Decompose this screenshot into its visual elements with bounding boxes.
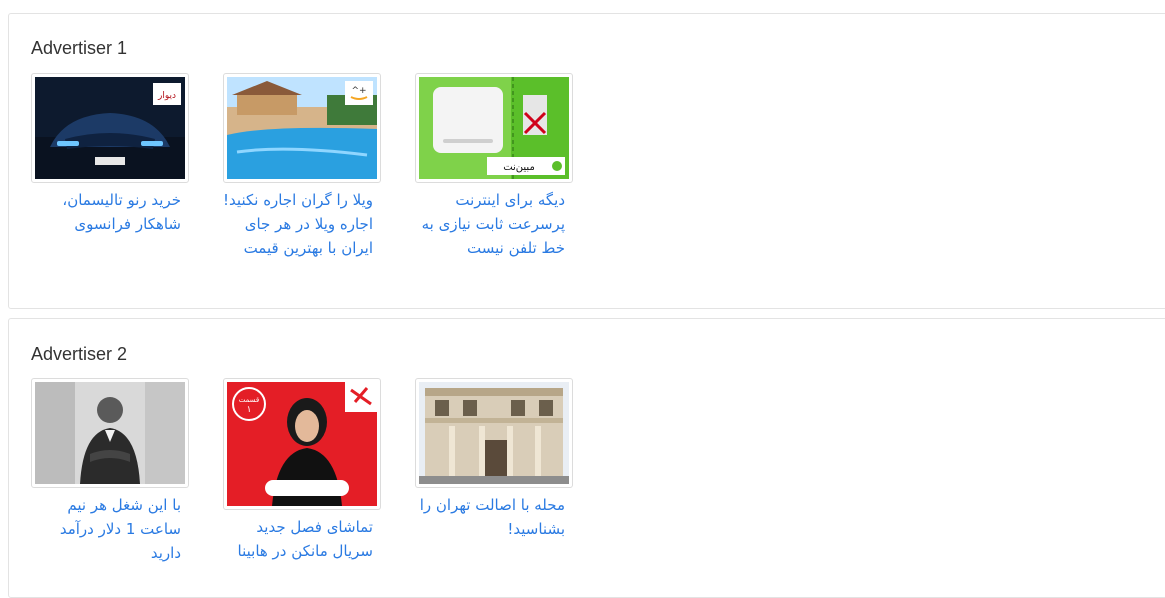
ad-caption-link[interactable]: ویلا را گران اجاره نکنید! اجاره ویلا در … — [223, 188, 373, 260]
ad-caption-link[interactable]: محله با اصالت تهران را بشناسید! — [415, 493, 565, 541]
svg-text:قسمت: قسمت — [239, 396, 260, 404]
svg-text:^+: ^+ — [351, 86, 366, 96]
ad-thumbnail[interactable] — [31, 378, 189, 488]
ad-thumbnail[interactable]: دیوار — [31, 73, 189, 183]
svg-text:۱: ۱ — [247, 405, 252, 415]
advertiser-title: Advertiser 1 — [31, 38, 128, 58]
ad-card[interactable]: دیوار خرید رنو تالیسمان، شاهکار فرانسوی — [31, 73, 191, 236]
villa-pool-ad-image: ^+ — [227, 77, 377, 179]
ad-thumbnail[interactable] — [415, 378, 573, 488]
advertiser-title: Advertiser 2 — [31, 344, 128, 364]
ad-thumbnail[interactable]: قسمت ۱ — [223, 378, 381, 510]
svg-text:دیوار: دیوار — [157, 91, 176, 101]
ad-caption-link[interactable]: با این شغل هر نیم ساعت 1 دلار درآمد داری… — [31, 493, 181, 565]
businessman-ad-image — [35, 382, 185, 484]
building-ad-image — [419, 382, 569, 484]
ad-caption-link[interactable]: خرید رنو تالیسمان، شاهکار فرانسوی — [31, 188, 181, 236]
ad-card[interactable]: مبین‌نت دیگه برای اینترنت پرسرعت ثابت نی… — [415, 73, 575, 260]
ad-card[interactable]: محله با اصالت تهران را بشناسید! — [415, 378, 575, 541]
svg-text:مبین‌نت: مبین‌نت — [503, 162, 535, 173]
series-ad-image: قسمت ۱ — [227, 382, 377, 506]
modem-ad-image: مبین‌نت — [419, 77, 569, 179]
ad-card[interactable]: قسمت ۱ تماشای فصل جدید سریال مانکن در ها… — [223, 378, 383, 563]
advertiser-panel-1: Advertiser 1 دیوار خرید رنو تالیسمان، شا… — [8, 13, 1165, 309]
advertiser-panel-2: Advertiser 2 با این شغل هر نیم ساعت 1 دل… — [8, 318, 1165, 598]
ad-caption-link[interactable]: تماشای فصل جدید سریال مانکن در هابینا — [223, 515, 373, 563]
ad-thumbnail[interactable]: ^+ — [223, 73, 381, 183]
ad-thumbnail[interactable]: مبین‌نت — [415, 73, 573, 183]
ad-card[interactable]: ^+ ویلا را گران اجاره نکنید! اجاره ویلا … — [223, 73, 383, 260]
car-ad-image: دیوار — [35, 77, 185, 179]
ad-caption-link[interactable]: دیگه برای اینترنت پرسرعت ثابت نیازی به خ… — [415, 188, 565, 260]
ad-card[interactable]: با این شغل هر نیم ساعت 1 دلار درآمد داری… — [31, 378, 191, 565]
